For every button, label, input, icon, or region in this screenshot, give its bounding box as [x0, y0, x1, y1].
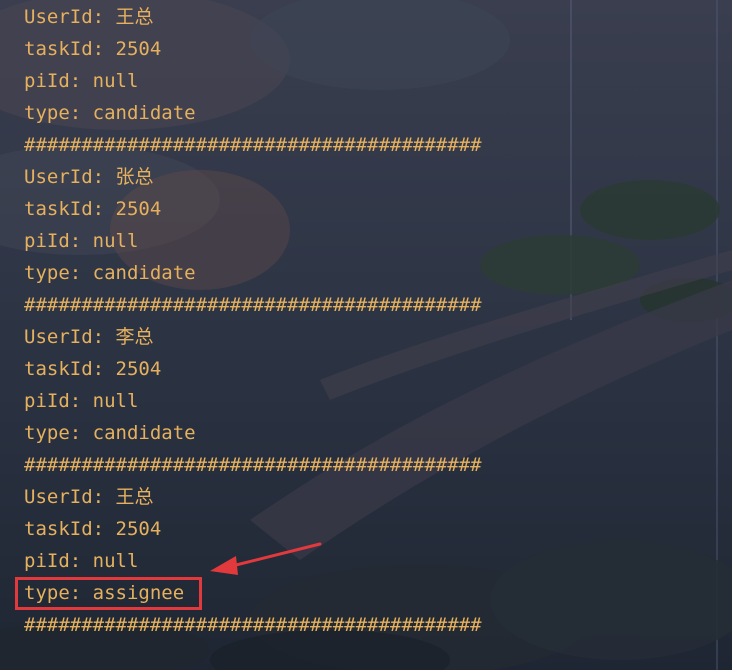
- console-separator: ########################################: [24, 454, 482, 476]
- console-output: UserId: 王总 taskId: 2504 piId: null type: ca…: [24, 4, 482, 644]
- console-line: UserId: 李总: [24, 326, 154, 348]
- console-separator: ########################################: [24, 614, 482, 636]
- console-line: taskId: 2504: [24, 198, 162, 220]
- console-line: piId: null: [24, 230, 139, 252]
- console-line: piId: null: [24, 70, 139, 92]
- console-line: taskId: 2504: [24, 358, 162, 380]
- console-line: type: candidate: [24, 102, 196, 124]
- console-separator: ########################################: [24, 294, 482, 316]
- console-line: UserId: 王总: [24, 6, 154, 28]
- console-line: UserId: 张总: [24, 166, 154, 188]
- console-line: taskId: 2504: [24, 38, 162, 60]
- console-separator: ########################################: [24, 134, 482, 156]
- console-line: piId: null: [24, 390, 139, 412]
- console-line: taskId: 2504: [24, 518, 162, 540]
- highlight-box: [15, 577, 202, 610]
- console-line: type: candidate: [24, 422, 196, 444]
- console-line: UserId: 王总: [24, 486, 154, 508]
- console-line: type: candidate: [24, 262, 196, 284]
- console-line: piId: null: [24, 550, 139, 572]
